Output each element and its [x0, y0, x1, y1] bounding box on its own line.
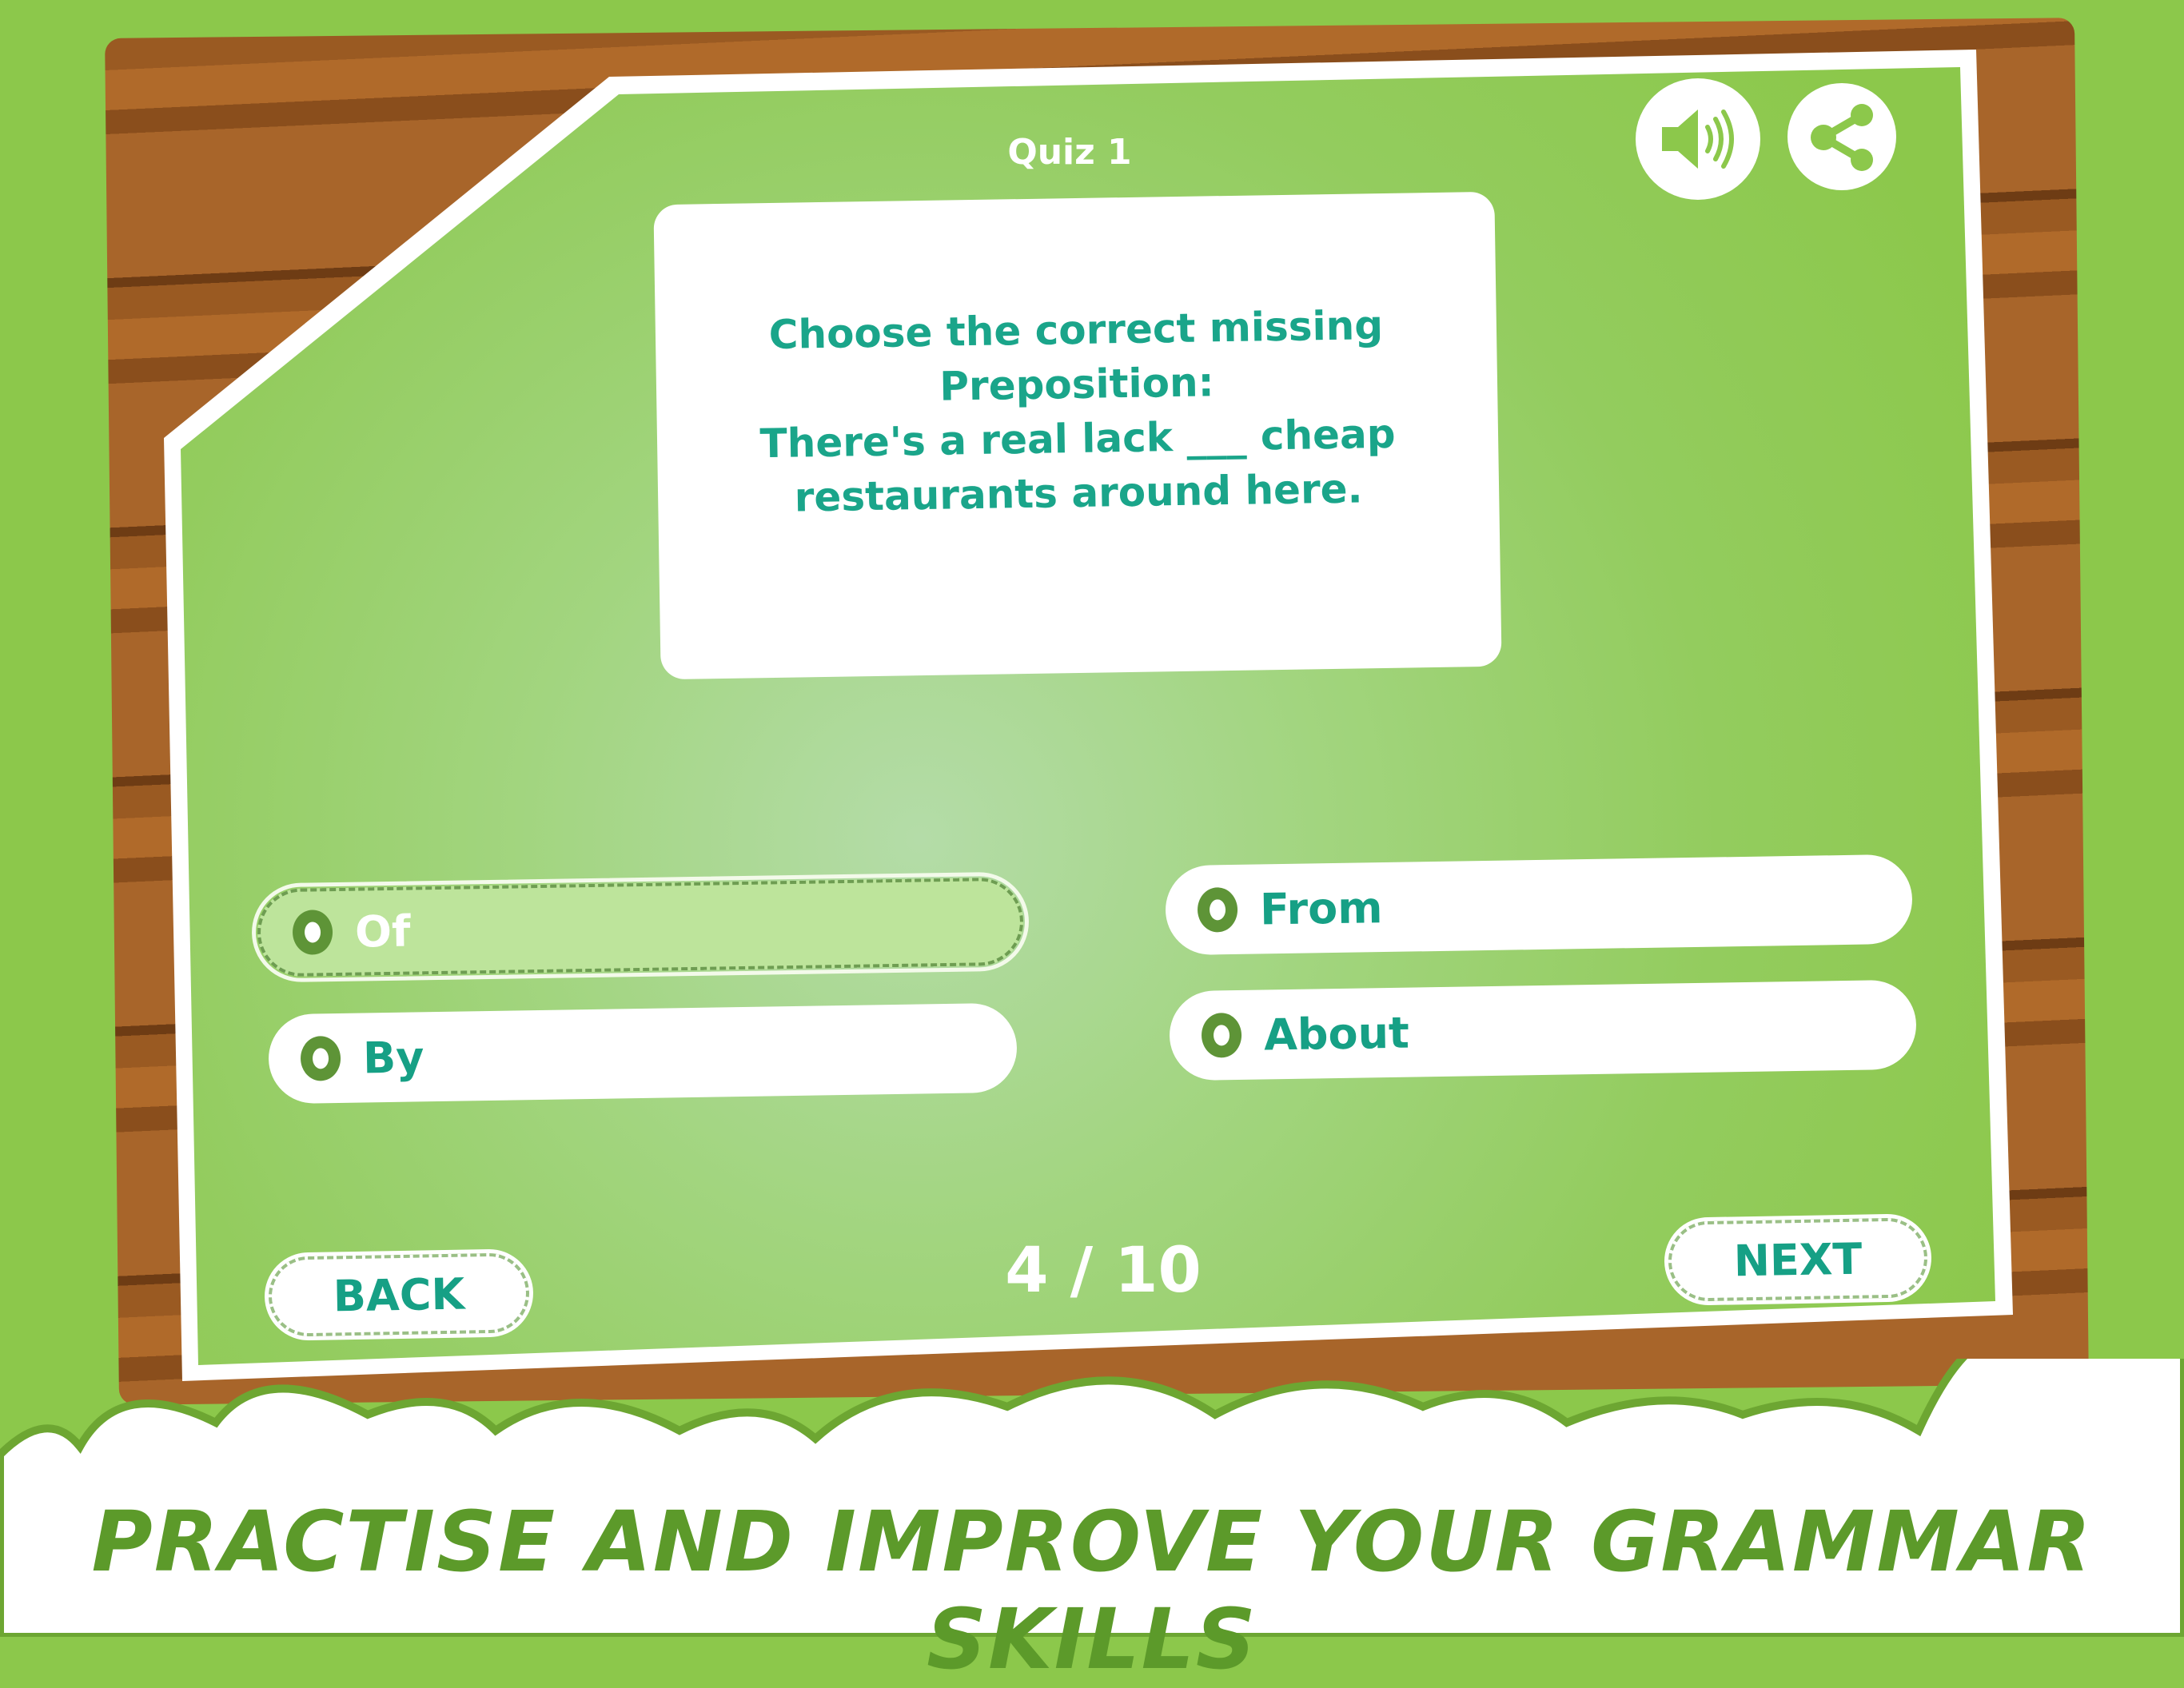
back-button[interactable]: BACK	[264, 1248, 534, 1342]
option-label: From	[1259, 882, 1383, 934]
radio-icon	[300, 1035, 341, 1081]
option-of[interactable]: Of	[251, 870, 1030, 984]
option-label: By	[362, 1031, 424, 1083]
question-card: Choose the correct missing Preposition: …	[653, 191, 1502, 680]
radio-icon	[1197, 886, 1238, 933]
radio-icon	[292, 910, 333, 955]
sound-button[interactable]	[1636, 78, 1760, 200]
option-about[interactable]: About	[1169, 979, 1917, 1081]
share-button[interactable]	[1787, 83, 1896, 190]
option-label: Of	[354, 906, 411, 957]
option-by[interactable]: By	[268, 1002, 1018, 1105]
speaker-volume-icon	[1662, 109, 1734, 169]
page-counter: 4 / 10	[1005, 1235, 1202, 1307]
promo-banner: PRACTISE AND IMPROVE YOUR GRAMMAR SKILLS	[91, 1493, 2093, 1688]
option-label: About	[1263, 1007, 1410, 1060]
question-text: Choose the correct missing Preposition: …	[759, 301, 1396, 521]
radio-icon	[1201, 1012, 1242, 1058]
share-icon	[1811, 104, 1873, 171]
next-button[interactable]: NEXT	[1664, 1212, 1932, 1307]
option-from[interactable]: From	[1165, 854, 1913, 956]
quiz-title: Quiz 1	[1007, 132, 1132, 173]
